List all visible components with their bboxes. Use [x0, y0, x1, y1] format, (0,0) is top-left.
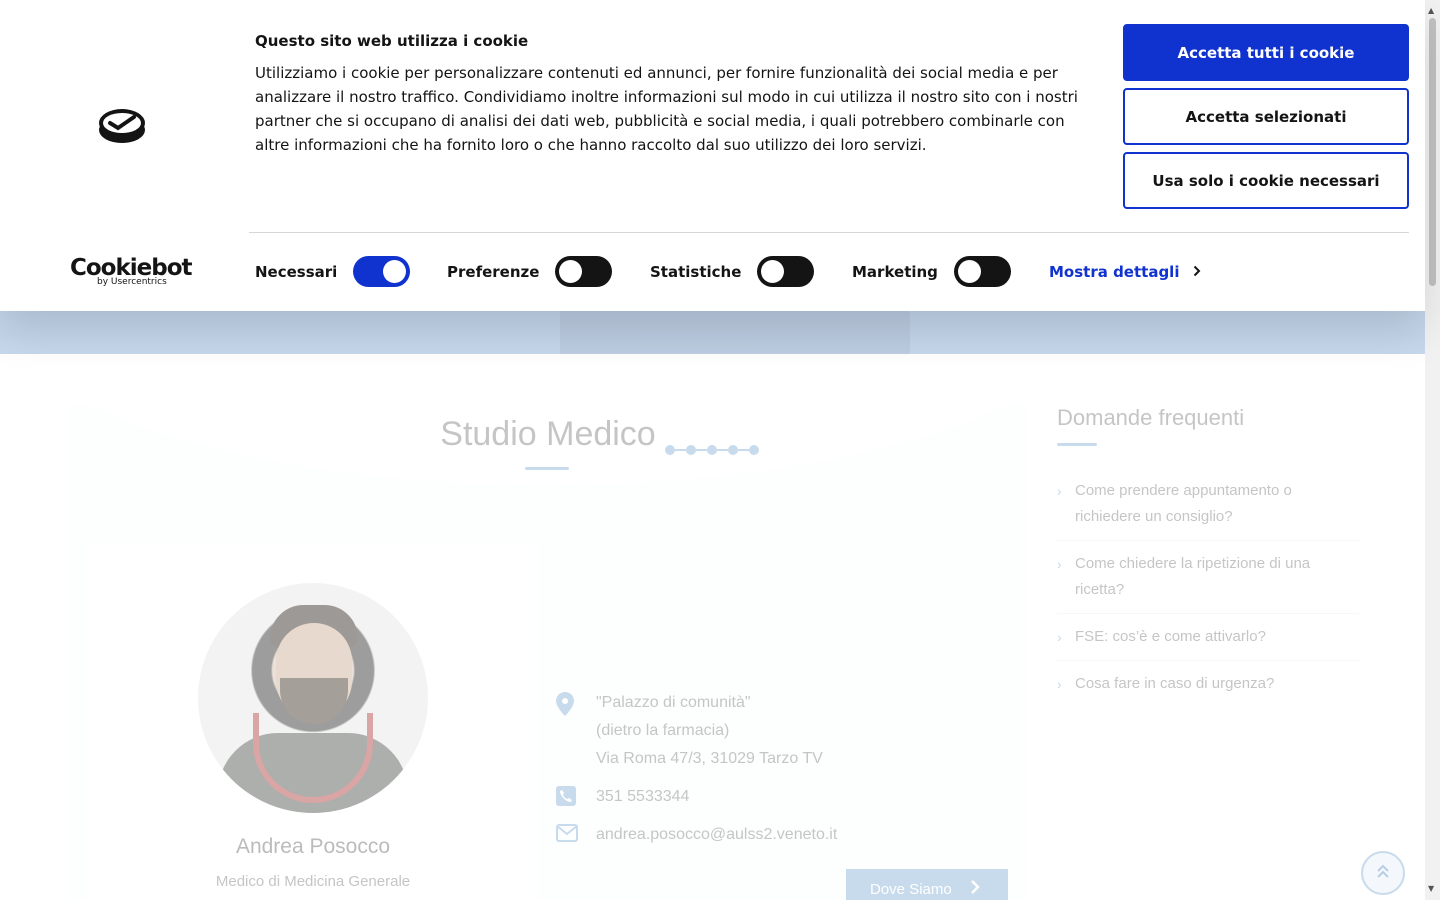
toggle-label: Marketing: [852, 262, 938, 281]
dove-siamo-button[interactable]: Dove Siamo: [846, 869, 1008, 900]
faq-link-label[interactable]: Cosa fare in caso di urgenza?: [1075, 671, 1274, 697]
cookie-title: Questo sito web utilizza i cookie: [255, 32, 529, 50]
doctor-name: Andrea Posocco: [235, 835, 391, 858]
section-title: Studio Medico: [440, 415, 656, 453]
chevron-right-icon: [1193, 262, 1201, 281]
faq-link-label[interactable]: FSE: cos’è e come attivarlo?: [1075, 624, 1266, 650]
double-chevron-up-icon: [1376, 863, 1390, 884]
necessary-only-button[interactable]: Usa solo i cookie necessari: [1123, 152, 1409, 209]
chevron-right-icon: ›: [1057, 483, 1062, 499]
faq-underline: [1057, 443, 1097, 446]
slider-dots: [665, 445, 759, 455]
dove-siamo-label: Dove Siamo: [870, 880, 952, 898]
phone-number[interactable]: 351 5533344: [596, 783, 689, 811]
faq-sidebar: Domande frequenti › Come prendere appunta…: [1057, 405, 1359, 717]
faq-link[interactable]: › Cosa fare in caso di urgenza?: [1057, 671, 1359, 707]
page-scrollbar[interactable]: ▲ ▼: [1425, 0, 1440, 900]
chevron-right-icon: ›: [1057, 556, 1062, 572]
title-underline: [525, 467, 569, 470]
phone-icon: [556, 783, 596, 806]
studio-section: Studio Medico Andrea Posocco Medico di M…: [68, 405, 1028, 900]
cookie-consent-banner: Cookiebot by Usercentrics Questo sito we…: [0, 0, 1425, 311]
cookie-description: Utilizziamo i cookie per personalizzare …: [255, 64, 1078, 154]
email-link[interactable]: andrea.posocco@aulss2.veneto.it: [596, 821, 837, 849]
show-details-link[interactable]: Mostra dettagli: [1049, 262, 1201, 281]
chevron-right-icon: ›: [1057, 676, 1062, 692]
address-block: "Palazzo di comunità" (dietro la farmaci…: [556, 689, 823, 773]
back-to-top-button[interactable]: [1361, 851, 1405, 895]
chevron-right-icon: [970, 880, 980, 898]
toggle-statistiche: Statistiche: [650, 256, 815, 287]
scroll-up-arrow-icon[interactable]: ▲: [1428, 6, 1434, 15]
statistiche-switch[interactable]: [757, 256, 815, 287]
chevron-right-icon: ›: [1057, 629, 1062, 645]
cookiebot-brand: Cookiebot by Usercentrics: [70, 255, 193, 287]
marketing-switch[interactable]: [953, 256, 1011, 287]
faq-link[interactable]: › Come chiedere la ripetizione di una ric…: [1057, 551, 1359, 614]
faq-link-label[interactable]: Come prendere appuntamento o richiedere …: [1075, 478, 1359, 530]
doctor-photo: [198, 583, 428, 813]
accept-selected-button[interactable]: Accetta selezionati: [1123, 88, 1409, 145]
email-block[interactable]: andrea.posocco@aulss2.veneto.it: [556, 821, 837, 849]
address-line: "Palazzo di comunità": [596, 694, 751, 711]
scroll-down-arrow-icon[interactable]: ▼: [1428, 884, 1434, 893]
preferenze-switch[interactable]: [555, 256, 613, 287]
show-details-label[interactable]: Mostra dettagli: [1049, 263, 1179, 281]
doctor-card: Andrea Posocco Medico di Medicina Genera…: [88, 543, 538, 900]
faq-link[interactable]: › FSE: cos’è e come attivarlo?: [1057, 624, 1359, 661]
cookiebot-logo-icon: [98, 106, 146, 148]
toggle-necessari: Necessari: [255, 256, 411, 287]
accept-all-button[interactable]: Accetta tutti i cookie: [1123, 24, 1409, 81]
toggle-preferenze: Preferenze: [447, 256, 613, 287]
doctor-role: Medico di Medicina Generale: [215, 873, 411, 890]
envelope-icon: [556, 821, 596, 842]
necessari-switch[interactable]: [353, 256, 411, 287]
scrollbar-thumb[interactable]: [1429, 18, 1436, 286]
toggle-label: Statistiche: [650, 262, 742, 281]
address-line: Via Roma 47/3, 31029 Tarzo TV: [596, 750, 823, 767]
toggle-label: Preferenze: [447, 262, 540, 281]
map-pin-icon: [556, 689, 596, 716]
toggle-marketing: Marketing: [852, 256, 1011, 287]
faq-link[interactable]: › Come prendere appuntamento o richiedere…: [1057, 478, 1359, 541]
faq-link-label[interactable]: Come chiedere la ripetizione di una rice…: [1075, 551, 1359, 603]
address-line: (dietro la farmacia): [596, 722, 730, 739]
faq-title: Domande frequenti: [1057, 405, 1245, 430]
toggle-label: Necessari: [255, 262, 338, 281]
banner-divider: [249, 232, 1409, 233]
phone-block[interactable]: 351 5533344: [556, 783, 689, 811]
